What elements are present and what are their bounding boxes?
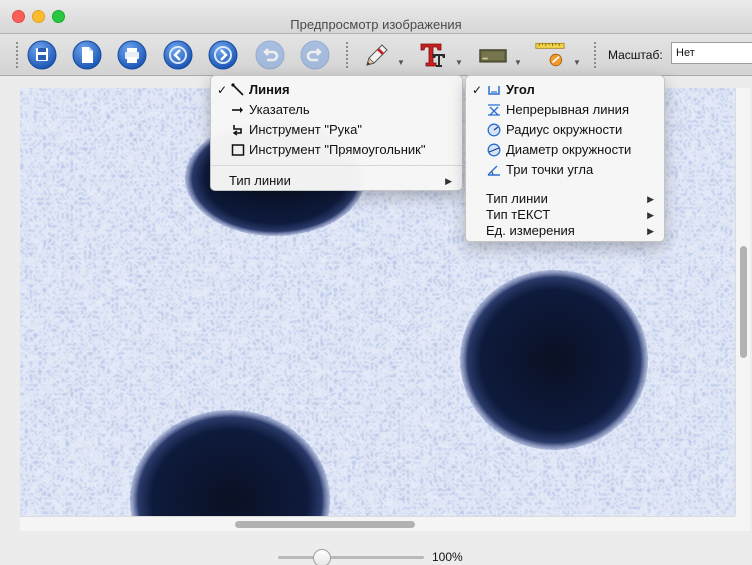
- zoom-label: Масштаб:: [608, 48, 663, 62]
- arrow-left-icon: [163, 40, 193, 70]
- horizontal-scrollbar[interactable]: [20, 516, 735, 531]
- menu-item-hand-tool[interactable]: Инструмент "Рука": [211, 120, 462, 140]
- submenu-arrow-icon: ▶: [647, 226, 654, 236]
- zoom-slider-track[interactable]: [278, 556, 424, 559]
- submenu-arrow-icon: ▶: [647, 194, 654, 204]
- circle-diameter-icon: [487, 143, 501, 157]
- circle-radius-icon: [487, 123, 501, 137]
- menu-item-label: Ед. измерения: [486, 223, 575, 238]
- toolbar-grip[interactable]: [594, 42, 596, 68]
- menu-item-label: Указатель: [249, 102, 310, 117]
- pointer-arrow-icon: [231, 103, 245, 117]
- line-icon: [231, 83, 245, 97]
- menu-item-angle[interactable]: ✓ Угол: [466, 80, 664, 100]
- menu-item-line-type[interactable]: Тип линии ▶: [211, 171, 462, 191]
- arrow-right-icon: [208, 40, 238, 70]
- menu-item-circle-diameter[interactable]: Диаметр окружности: [466, 140, 664, 160]
- chevron-down-icon[interactable]: ▼: [514, 58, 522, 67]
- menu-item-line-type[interactable]: Тип линии ▶: [466, 191, 664, 207]
- menu-item-rectangle-tool[interactable]: Инструмент "Прямоугольник": [211, 140, 462, 160]
- checkmark-icon: ✓: [217, 83, 228, 97]
- menu-item-label: Три точки угла: [506, 162, 594, 177]
- menu-item-label: Линия: [249, 82, 290, 97]
- rectangle-icon: [231, 143, 245, 157]
- print-button[interactable]: [117, 40, 147, 70]
- chevron-down-icon[interactable]: ▼: [573, 58, 581, 67]
- toolbar-grip[interactable]: [346, 42, 348, 68]
- save-icon: [27, 40, 57, 70]
- window-title: Предпросмотр изображения: [290, 17, 462, 32]
- menu-item-label: Радиус окружности: [506, 122, 623, 137]
- menu-item-label: Тип тЕКСТ: [486, 207, 551, 222]
- vertical-scrollbar[interactable]: [735, 88, 750, 516]
- color-box-button[interactable]: [478, 40, 512, 70]
- save-button[interactable]: [27, 40, 57, 70]
- redo-button[interactable]: [300, 40, 330, 70]
- menu-item-label: Непрерывная линия: [506, 102, 629, 117]
- previous-button[interactable]: [163, 40, 193, 70]
- toolbar-grip[interactable]: [16, 42, 18, 68]
- scroll-corner: [735, 516, 750, 531]
- color-box-icon: [479, 49, 507, 63]
- menu-separator: [466, 186, 664, 187]
- next-button[interactable]: [208, 40, 238, 70]
- angle-icon: [487, 83, 501, 97]
- chevron-down-icon[interactable]: ▼: [397, 58, 405, 67]
- dark-spot: [460, 270, 648, 450]
- vertical-scroll-thumb[interactable]: [740, 246, 747, 358]
- undo-icon: [255, 40, 285, 70]
- submenu-arrow-icon: ▶: [445, 176, 452, 186]
- menu-item-polyline[interactable]: Непрерывная линия: [466, 100, 664, 120]
- text-tool-icon: [420, 43, 445, 67]
- measure-tool-button[interactable]: [535, 40, 571, 70]
- menu-item-units[interactable]: Ед. измерения ▶: [466, 223, 664, 239]
- page-icon: [72, 40, 102, 70]
- menu-item-label: Тип линии: [229, 173, 291, 188]
- text-tool-button[interactable]: [418, 40, 448, 70]
- submenu-arrow-icon: ▶: [647, 210, 654, 220]
- draw-tool-menu: ✓ Линия Указатель Инструмент "Рука" Инст…: [210, 75, 463, 191]
- toolbar: ▼ ▼ ▼ ▼ Масштаб: Нет: [0, 34, 752, 76]
- print-icon: [117, 40, 147, 70]
- zoom-percent: 100%: [432, 550, 463, 564]
- zoom-slider-knob[interactable]: [312, 549, 331, 565]
- page-button[interactable]: [72, 40, 102, 70]
- menu-item-label: Тип линии: [486, 191, 548, 206]
- menu-separator: [211, 165, 462, 166]
- menu-item-line[interactable]: ✓ Линия: [211, 80, 462, 100]
- pencil-icon: [366, 44, 388, 66]
- menu-item-circle-radius[interactable]: Радиус окружности: [466, 120, 664, 140]
- chevron-down-icon[interactable]: ▼: [455, 58, 463, 67]
- horizontal-scroll-thumb[interactable]: [235, 521, 415, 528]
- title-bar: Предпросмотр изображения: [0, 0, 752, 34]
- menu-item-label: Инструмент "Рука": [249, 122, 362, 137]
- draw-tool-button[interactable]: [360, 40, 390, 70]
- hand-tool-icon: [231, 123, 245, 137]
- undo-button[interactable]: [255, 40, 285, 70]
- menu-item-text-type[interactable]: Тип тЕКСТ ▶: [466, 207, 664, 223]
- menu-item-label: Инструмент "Прямоугольник": [249, 142, 426, 157]
- three-point-angle-icon: [487, 163, 501, 177]
- polyline-icon: [487, 103, 501, 117]
- zoom-select[interactable]: Нет: [671, 42, 752, 64]
- redo-icon: [300, 40, 330, 70]
- ruler-icon: [535, 42, 565, 67]
- checkmark-icon: ✓: [472, 83, 483, 97]
- menu-item-three-point-angle[interactable]: Три точки угла: [466, 160, 664, 180]
- menu-item-label: Угол: [506, 82, 535, 97]
- menu-item-pointer[interactable]: Указатель: [211, 100, 462, 120]
- measure-tool-menu: ✓ Угол Непрерывная линия Радиус окружнос…: [465, 75, 665, 242]
- menu-item-label: Диаметр окружности: [506, 142, 632, 157]
